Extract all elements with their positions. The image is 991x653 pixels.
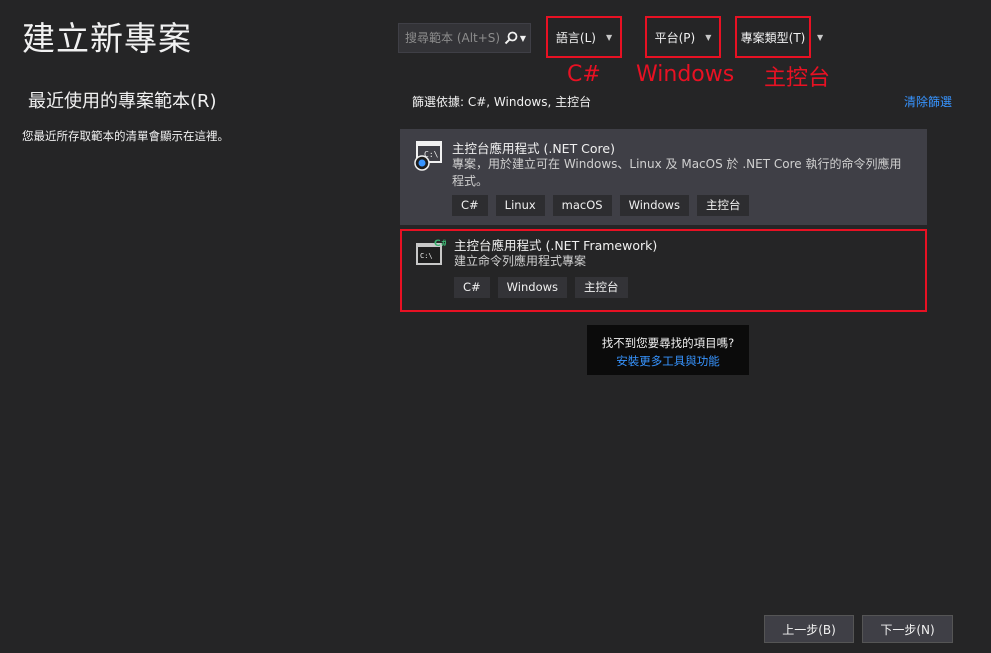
tag: 主控台: [696, 195, 750, 216]
tag: macOS: [552, 195, 612, 216]
language-annotation: C#: [567, 62, 601, 87]
platform-filter-label: 平台(P): [654, 30, 696, 45]
template-search-box[interactable]: ▼: [398, 23, 531, 53]
applied-filters-text: 篩選依據: C#, Windows, 主控台: [412, 95, 592, 109]
install-more-tools-link[interactable]: 安裝更多工具與功能: [587, 353, 749, 369]
tag: C#: [452, 195, 488, 216]
platform-annotation: Windows: [636, 62, 735, 87]
template-description: 專案，用於建立可在 Windows、Linux 及 MacOS 於 .NET C…: [452, 157, 902, 188]
create-new-project-window: 建立新專案 最近使用的專案範本(R) 您最近所存取範本的清單會顯示在這裡。 ▼ …: [0, 0, 991, 653]
page-title: 建立新專案: [22, 19, 192, 58]
chevron-down-icon: ▼: [605, 32, 613, 42]
recent-templates-empty-message: 您最近所存取範本的清單會顯示在這裡。: [22, 129, 229, 143]
svg-text:C:\: C:\: [420, 252, 433, 260]
template-tags: C# Linux macOS Windows 主控台: [452, 195, 750, 216]
tag: C#: [454, 277, 490, 298]
platform-filter-highlight[interactable]: 平台(P) ▼: [645, 16, 721, 58]
chevron-down-icon[interactable]: ▼: [817, 33, 823, 42]
not-found-question: 找不到您要尋找的項目嗎?: [601, 336, 735, 350]
clear-filters-link[interactable]: 清除篩選: [904, 93, 952, 110]
tag: Windows: [619, 195, 689, 216]
project-type-filter-highlight[interactable]: 專案類型(T): [735, 16, 811, 58]
search-icon[interactable]: [504, 31, 518, 45]
recent-templates-heading: 最近使用的專案範本(R): [28, 91, 217, 112]
template-item-console-dotnet-framework[interactable]: C:\ C# 主控台應用程式 (.NET Framework) 建立命令列應用程…: [400, 229, 927, 312]
platform-filter-dropdown[interactable]: 平台(P) ▼: [645, 16, 721, 58]
next-button[interactable]: 下一步(N): [862, 615, 953, 643]
language-filter-highlight[interactable]: 語言(L) ▼: [546, 16, 622, 58]
search-options-chevron-down-icon[interactable]: ▼: [520, 34, 526, 43]
template-tags: C# Windows 主控台: [454, 277, 628, 298]
console-dotnet-core-icon: C:\: [414, 141, 442, 171]
template-description: 建立命令列應用程式專案: [454, 254, 587, 268]
tag: Windows: [497, 277, 568, 298]
project-type-filter-dropdown[interactable]: 專案類型(T) ▼: [735, 16, 823, 58]
console-csharp-icon: C:\ C#: [416, 239, 446, 265]
tag: Linux: [495, 195, 545, 216]
template-search-input[interactable]: [399, 30, 504, 46]
language-filter-label: 語言(L): [555, 30, 596, 45]
back-button[interactable]: 上一步(B): [764, 615, 854, 643]
project-type-annotation: 主控台: [764, 66, 831, 91]
tag: 主控台: [575, 277, 628, 298]
not-found-panel: 找不到您要尋找的項目嗎? 安裝更多工具與功能: [587, 325, 749, 375]
language-filter-dropdown[interactable]: 語言(L) ▼: [546, 16, 622, 58]
template-title: 主控台應用程式 (.NET Core): [452, 141, 615, 156]
project-type-filter-label: 專案類型(T): [740, 30, 806, 45]
svg-text:C#: C#: [434, 239, 446, 249]
template-item-console-dotnet-core[interactable]: C:\ 主控台應用程式 (.NET Core) 專案，用於建立可在 Window…: [400, 129, 927, 225]
chevron-down-icon: ▼: [705, 32, 712, 42]
template-title: 主控台應用程式 (.NET Framework): [454, 238, 658, 253]
